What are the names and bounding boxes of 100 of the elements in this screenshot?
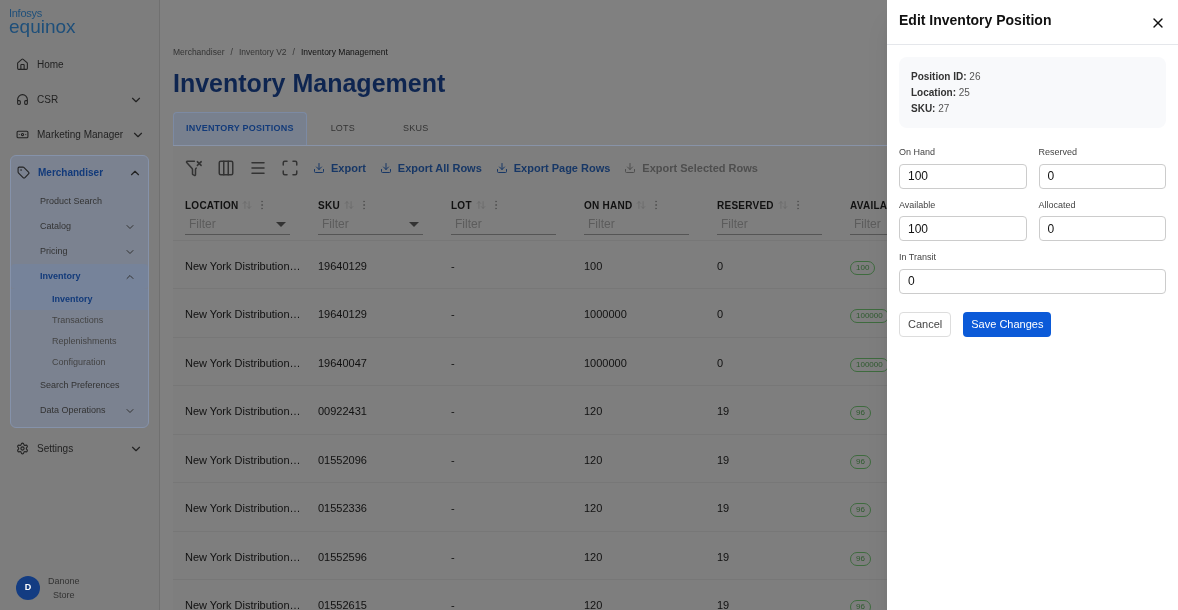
column-header[interactable]: LOCATION (185, 197, 239, 213)
export-button[interactable]: Export All Rows (379, 159, 482, 176)
breadcrumb-item: Inventory Management (301, 46, 388, 59)
page-title: Inventory Management (173, 70, 447, 96)
nav-subitem[interactable]: Replenishments (11, 331, 148, 352)
table-cell: New York Distribution… (185, 453, 301, 466)
download-icon (313, 161, 325, 174)
cancel-button[interactable]: Cancel (899, 311, 952, 337)
field-label: Available (899, 198, 937, 212)
nav-item[interactable]: Marketing Manager (10, 118, 149, 151)
table-cell: 120 (584, 453, 603, 466)
headphones-icon (16, 93, 29, 106)
table-cell: 0 (717, 259, 724, 272)
info-line: SKU: 27 (911, 102, 951, 116)
table-cell: 19 (717, 599, 730, 610)
download-icon (495, 161, 508, 174)
table-cell: 01552615 (318, 599, 367, 610)
table-cell: - (451, 550, 455, 563)
info-line: Location: 25 (911, 86, 971, 100)
table-cell: - (451, 259, 455, 272)
breadcrumb-separator: / (292, 46, 295, 59)
table-cell: 19640047 (318, 356, 367, 369)
export-button[interactable]: Export (313, 159, 366, 176)
user-name: Danone (48, 575, 80, 588)
export-button[interactable]: Export Page Rows (495, 159, 611, 176)
download-icon (624, 161, 637, 174)
table-cell: 01552596 (318, 550, 367, 563)
table-cell: 0 (717, 308, 724, 320)
table-cell: - (451, 502, 455, 514)
table-cell: 120 (584, 599, 603, 610)
column-header[interactable]: LOT (451, 197, 472, 213)
table-cell: 100 (584, 259, 603, 272)
table-cell: New York Distribution… (185, 502, 301, 514)
column-header[interactable]: SKU (318, 197, 340, 213)
nav-subitem[interactable]: Inventory (11, 264, 148, 289)
table-cell: 00922431 (318, 405, 367, 417)
table-cell: 0 (717, 356, 724, 369)
table-cell: New York Distribution… (185, 550, 301, 563)
table-cell: 19 (717, 453, 730, 466)
nav-subitem[interactable]: Product Search (11, 189, 148, 214)
columns-icon[interactable] (217, 158, 235, 177)
input-field[interactable]: 0 (899, 268, 1166, 294)
field-label: Allocated (1038, 198, 1077, 212)
nav-item[interactable]: CSR (10, 83, 149, 116)
banknote-icon (16, 128, 29, 141)
breadcrumb-item[interactable]: Merchandiser (173, 46, 225, 59)
column-header[interactable]: ON HAND (584, 197, 633, 213)
field-label: Reserved (1038, 146, 1079, 159)
logo: Infosys (9, 8, 43, 19)
table-cell: 1000000 (584, 356, 627, 369)
table-cell: 19 (717, 502, 730, 514)
breadcrumb-separator: / (230, 46, 233, 59)
tab[interactable]: LOTS (306, 111, 380, 145)
fullscreen-icon[interactable] (281, 158, 299, 177)
table-cell: - (451, 308, 455, 320)
nav-subitem[interactable]: Transactions (11, 310, 148, 331)
table-cell: - (451, 453, 455, 466)
user-role: Store (53, 589, 75, 602)
save-button[interactable]: Save Changes (963, 311, 1052, 337)
column-header[interactable]: AVAILA (850, 197, 887, 213)
table-cell: 19 (717, 550, 730, 563)
nav-item[interactable]: Merchandiser (11, 156, 148, 189)
table-cell: New York Distribution… (185, 308, 301, 320)
input-field[interactable]: 0 (1038, 216, 1166, 241)
table-cell: 120 (584, 550, 603, 563)
table-cell: 120 (584, 405, 603, 417)
info-line: Position ID: 26 (911, 70, 982, 84)
nav-subitem[interactable]: Configuration (11, 352, 148, 373)
tag-icon (17, 166, 30, 179)
nav-item[interactable]: Settings (10, 432, 149, 465)
table-cell: 120 (584, 502, 603, 514)
table-cell: 1000000 (584, 308, 627, 320)
nav-subitem[interactable]: Search Preferences (11, 373, 148, 398)
table-cell: New York Distribution… (185, 599, 301, 610)
home-icon (16, 58, 29, 71)
table-cell: New York Distribution… (185, 356, 301, 369)
table-cell: - (451, 405, 455, 417)
drawer-title: Edit Inventory Position (899, 11, 1052, 30)
field-label: In Transit (899, 251, 937, 264)
avatar[interactable]: D (16, 576, 40, 600)
table-cell: 19640129 (318, 308, 367, 320)
nav-subitem[interactable]: Data Operations (11, 398, 148, 423)
input-field[interactable]: 0 (1038, 163, 1166, 189)
nav-subitem[interactable]: Inventory (11, 289, 148, 310)
breadcrumb-item[interactable]: Inventory V2 (238, 46, 287, 59)
table-cell: - (451, 356, 455, 369)
table-cell: New York Distribution… (185, 259, 301, 272)
nav-subitem[interactable]: Pricing (11, 239, 148, 264)
column-header[interactable]: RESERVED (717, 197, 774, 213)
filter-off-icon[interactable] (185, 158, 203, 177)
tab[interactable]: INVENTORY POSITIONS (173, 111, 307, 145)
tab[interactable]: SKUS (379, 111, 453, 145)
nav-item[interactable]: Home (10, 48, 149, 81)
download-icon (379, 161, 392, 174)
table-cell: - (451, 599, 455, 610)
table-cell: New York Distribution… (185, 405, 301, 417)
field-label: On Hand (899, 146, 937, 159)
nav-subitem[interactable]: Catalog (11, 214, 148, 239)
input-field[interactable]: 100 (899, 216, 1027, 241)
input-field[interactable]: 100 (899, 163, 1027, 189)
